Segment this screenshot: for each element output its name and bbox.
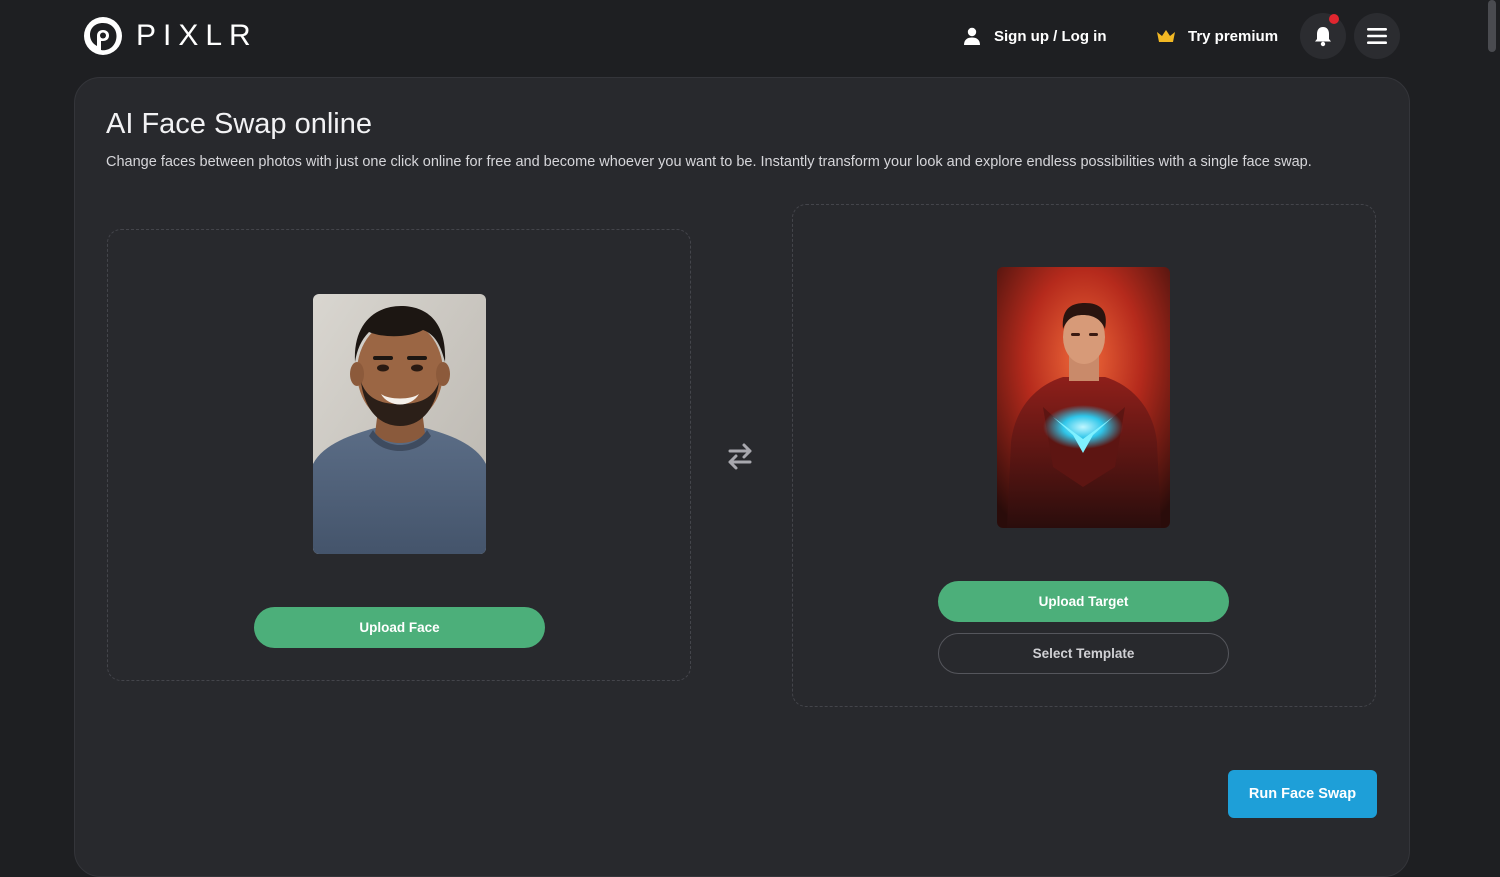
signup-login-link[interactable]: Sign up / Log in bbox=[962, 24, 1106, 48]
target-photo bbox=[997, 267, 1170, 528]
signup-login-label: Sign up / Log in bbox=[994, 27, 1107, 45]
user-icon bbox=[964, 27, 980, 45]
page-title: AI Face Swap online bbox=[106, 108, 372, 140]
brand-name: PIXLR bbox=[136, 19, 258, 52]
top-navigation: PIXLR Sign up / Log in Try premium bbox=[0, 0, 1500, 72]
bell-icon bbox=[1315, 27, 1331, 47]
run-face-swap-button[interactable]: Run Face Swap bbox=[1228, 770, 1377, 818]
swap-arrows-icon[interactable] bbox=[724, 440, 756, 472]
main-menu-button[interactable] bbox=[1354, 13, 1400, 59]
select-template-button[interactable]: Select Template bbox=[938, 633, 1229, 674]
hamburger-menu-icon bbox=[1367, 28, 1387, 44]
upload-face-button[interactable]: Upload Face bbox=[254, 607, 545, 648]
crown-icon bbox=[1157, 30, 1175, 42]
page-scrollbar[interactable] bbox=[1488, 0, 1496, 52]
try-premium-label: Try premium bbox=[1188, 27, 1279, 45]
notification-badge bbox=[1329, 14, 1339, 24]
pixlr-logo-icon bbox=[84, 17, 122, 55]
face-photo bbox=[313, 294, 486, 554]
page-description: Change faces between photos with just on… bbox=[106, 154, 1312, 170]
upload-target-button[interactable]: Upload Target bbox=[938, 581, 1229, 622]
pixlr-logo[interactable]: PIXLR bbox=[84, 16, 258, 56]
notifications-button[interactable] bbox=[1300, 13, 1346, 59]
try-premium-link[interactable]: Try premium bbox=[1156, 24, 1278, 48]
